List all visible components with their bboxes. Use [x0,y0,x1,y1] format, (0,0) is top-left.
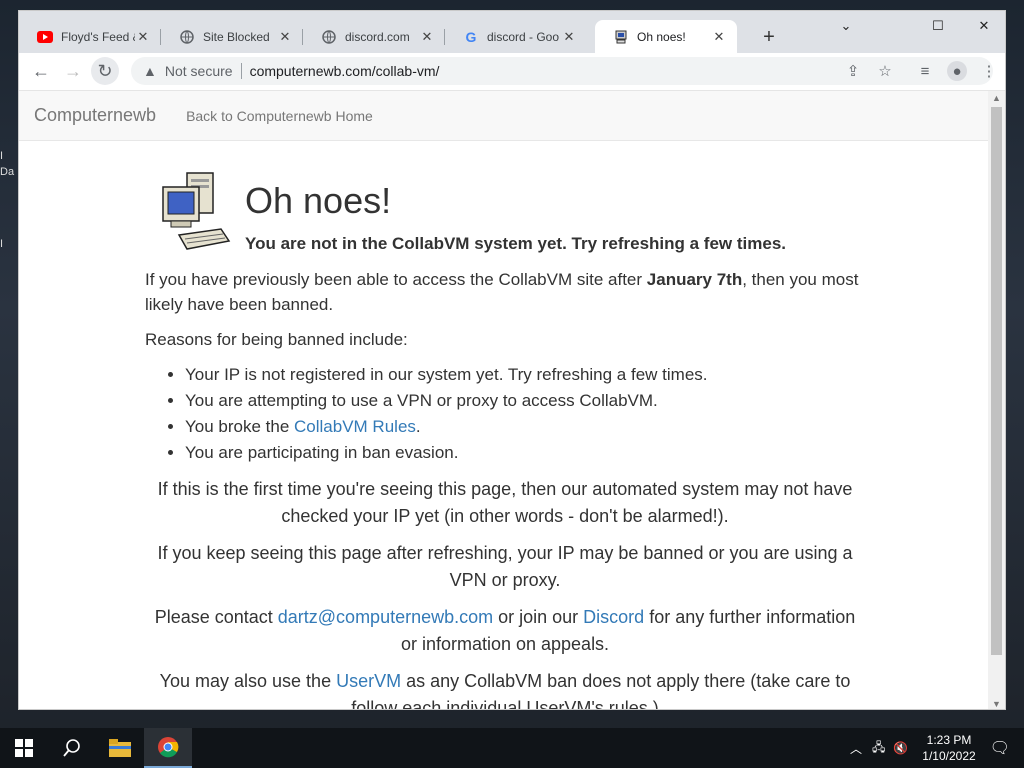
share-icon[interactable]: ⇪ [843,61,863,81]
reasons-title: Reasons for being banned include: [145,330,408,349]
browser-window: Floyd's Feed & ✕ Site Blocked ✕ discord.… [18,10,1006,710]
rules-link[interactable]: CollabVM Rules [294,417,416,436]
page-subtitle: You are not in the CollabVM system yet. … [245,234,786,253]
desktop-label: I [0,238,4,250]
tab-search-button[interactable]: ⌄ [823,11,869,41]
system-tray: ︿ 🖧 🔇 1:23 PM 1/10/2022 🗨 [850,728,1024,768]
globe-icon [179,29,195,45]
reload-button[interactable]: ↻ [91,57,119,85]
clock-date: 1/10/2022 [922,749,976,763]
chrome-icon [158,737,179,758]
start-button[interactable] [0,728,48,768]
folder-icon [109,739,131,757]
list-text: . [415,417,421,436]
search-icon [63,739,80,757]
youtube-icon [37,29,53,45]
desktop-label: Da [0,166,15,178]
tab-oh-noes[interactable]: Oh noes! ✕ [595,20,737,53]
main-content: Oh noes! You are not in the CollabVM sys… [145,141,865,710]
contact-text: Please contact [154,607,278,627]
new-tab-button[interactable]: + [759,27,779,47]
close-tab-icon[interactable]: ✕ [711,29,727,45]
contact-notice: Please contact dartz@computernewb.com or… [145,604,865,658]
tab-discord-com[interactable]: discord.com ✕ [303,20,445,53]
close-window-button[interactable]: ✕ [961,11,1005,41]
uservm-text: as any CollabVM ban does not apply there… [351,671,851,710]
address-bar[interactable]: ▲ Not secure computernewb.com/collab-vm/… [131,57,997,85]
page-title: Oh noes! [245,180,392,221]
ban-paragraph: If you have previously been able to acce… [145,267,865,317]
list-item: You are participating in ban evasion. [185,440,865,466]
globe-icon [321,29,337,45]
scroll-up-arrow-icon[interactable]: ▲ [988,93,1005,103]
first-time-notice: If this is the first time you're seeing … [157,479,853,526]
tab-strip: Floyd's Feed & ✕ Site Blocked ✕ discord.… [19,11,1005,53]
security-label[interactable]: Not secure [165,63,233,79]
hero: Oh noes! You are not in the CollabVM sys… [145,141,865,259]
uservm-link[interactable]: UserVM [336,671,401,691]
browser-toolbar: ← → ↻ ▲ Not secure computernewb.com/coll… [19,53,1005,91]
computer-illustration-icon [162,172,231,250]
close-tab-icon[interactable]: ✕ [135,29,151,45]
forward-button[interactable]: → [59,57,87,85]
site-brand[interactable]: Computernewb [34,105,156,126]
search-button[interactable] [48,728,96,768]
tab-title: Oh noes! [637,29,686,44]
profile-avatar-icon[interactable]: ● [947,61,967,81]
tab-title: discord.com [345,29,410,44]
volume-muted-icon[interactable]: 🔇 [893,741,908,755]
clock-time: 1:23 PM [926,733,972,747]
google-icon: G [465,28,477,45]
discord-link[interactable]: Discord [583,607,644,627]
desktop-icons-edge: I Da I [0,150,18,254]
para-text: If you have previously been able to acce… [145,270,647,289]
uservm-notice: You may also use the UserVM as any Colla… [145,668,865,710]
notifications-icon[interactable]: 🗨 [990,738,1010,758]
close-tab-icon[interactable]: ✕ [277,29,293,45]
file-explorer-button[interactable] [96,728,144,768]
close-tab-icon[interactable]: ✕ [561,29,577,45]
list-text: You broke the [185,417,295,436]
menu-kebab-icon[interactable]: ⋮ [979,61,999,81]
taskbar: ︿ 🖧 🔇 1:23 PM 1/10/2022 🗨 [0,728,1024,768]
close-tab-icon[interactable]: ✕ [419,29,435,45]
vertical-scrollbar[interactable]: ▲ ▼ [988,91,1005,709]
date-highlight: January 7th [646,270,743,289]
maximize-button[interactable]: ☐ [915,11,961,41]
tab-site-blocked[interactable]: Site Blocked ✕ [161,20,303,53]
back-button[interactable]: ← [27,57,55,85]
contact-text: or join our [493,607,584,627]
email-link[interactable]: dartz@computernewb.com [278,607,493,627]
tab-floyds-feed[interactable]: Floyd's Feed & ✕ [19,20,161,53]
page-viewport: Computernewb Back to Computernewb Home O… [19,91,989,710]
home-link[interactable]: Back to Computernewb Home [186,108,373,124]
refresh-notice: If you keep seeing this page after refre… [157,543,853,590]
computer-icon [613,29,629,45]
clock[interactable]: 1:23 PM 1/10/2022 [922,732,975,764]
list-item: Your IP is not registered in our system … [185,362,865,388]
scroll-down-arrow-icon[interactable]: ▼ [988,699,1005,709]
desktop-label: I [0,150,4,162]
show-hidden-icons-icon[interactable]: ︿ [850,740,862,757]
tab-title: Floyd's Feed & [61,29,135,44]
bookmark-star-icon[interactable]: ☆ [875,61,895,81]
url-text[interactable]: computernewb.com/collab-vm/ [250,63,440,79]
network-icon[interactable]: 🖧 [872,738,885,759]
divider [240,63,242,79]
reasons-list: Your IP is not registered in our system … [185,362,865,466]
windows-logo-icon [15,739,33,757]
reading-list-icon[interactable]: ≡ [915,61,935,81]
tab-title: Site Blocked [203,29,270,44]
list-item: You are attempting to use a VPN or proxy… [185,388,865,414]
list-item: You broke the CollabVM Rules. [185,414,865,440]
warning-icon[interactable]: ▲ [143,63,157,79]
tab-discord-google[interactable]: G discord - Goo ✕ [445,20,587,53]
tab-title: discord - Goo [487,29,560,44]
scrollbar-thumb[interactable] [991,107,1002,655]
chrome-taskbar-button[interactable] [144,728,192,768]
site-navbar: Computernewb Back to Computernewb Home [19,91,989,141]
uservm-text: You may also use the [159,671,337,691]
